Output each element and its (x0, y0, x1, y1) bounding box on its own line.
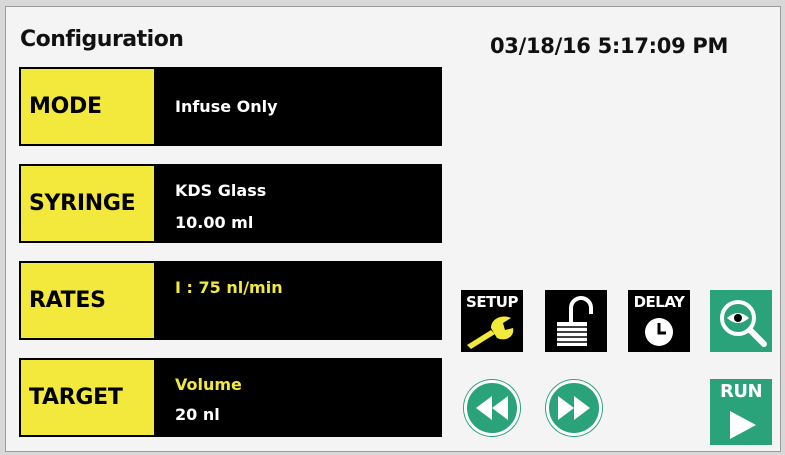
pump-screen: Configuration 03/18/16 5:17:09 PM MODE I… (5, 6, 781, 452)
unlock-icon (557, 296, 593, 346)
fast-forward-icon (558, 396, 590, 420)
rates-value: I : 75 nl/min (156, 261, 442, 340)
target-amount: 20 nl (175, 405, 220, 424)
mode-label: MODE (19, 67, 156, 146)
clock-icon (645, 318, 673, 346)
mode-value-text: Infuse Only (175, 96, 278, 116)
rates-label: RATES (19, 261, 156, 340)
fast-forward-button[interactable] (546, 380, 602, 436)
datetime-display: 03/18/16 5:17:09 PM (490, 34, 729, 58)
run-button[interactable]: RUN (710, 379, 772, 445)
mode-value: Infuse Only (156, 67, 442, 146)
target-label: TARGET (19, 358, 156, 437)
target-type: Volume (175, 375, 242, 394)
rates-row[interactable]: RATES I : 75 nl/min (19, 261, 442, 340)
page-title: Configuration (20, 27, 184, 52)
rewind-icon (476, 396, 508, 420)
wrench-icon (467, 316, 514, 349)
rate-infuse: I : 75 nl/min (175, 278, 283, 297)
play-icon (730, 411, 756, 439)
syringe-row[interactable]: SYRINGE KDS Glass 10.00 ml (19, 164, 442, 243)
syringe-type: KDS Glass (175, 181, 267, 200)
rewind-button[interactable] (464, 380, 520, 436)
mode-row[interactable]: MODE Infuse Only (19, 67, 442, 146)
syringe-value: KDS Glass 10.00 ml (156, 164, 442, 243)
lock-button[interactable] (545, 290, 607, 352)
syringe-label: SYRINGE (19, 164, 156, 243)
target-value: Volume 20 nl (156, 358, 442, 437)
target-row[interactable]: TARGET Volume 20 nl (19, 358, 442, 437)
eye-magnifier-icon (720, 300, 767, 347)
setup-button[interactable]: SETUP (461, 290, 523, 352)
delay-button[interactable]: DELAY (628, 290, 690, 352)
view-button[interactable] (710, 290, 772, 352)
syringe-volume: 10.00 ml (175, 213, 254, 232)
